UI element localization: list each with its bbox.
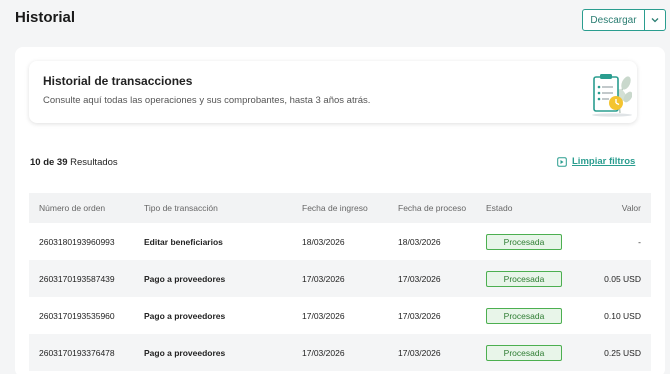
transaction-type: Editar beneficiarios xyxy=(144,236,223,247)
column-header-type: Tipo de transacción xyxy=(144,203,218,213)
clipboard-clock-illustration xyxy=(592,74,632,117)
column-header-value: Valor xyxy=(621,203,641,213)
status-badge: Procesada xyxy=(486,233,562,250)
history-card: Historial de transacciones Consulte aquí… xyxy=(15,47,665,374)
entry-date: 18/03/2026 xyxy=(302,236,345,247)
status-cell: Procesada xyxy=(476,223,571,260)
transactions-table: Número de orden Tipo de transacción Fech… xyxy=(29,193,651,371)
download-button-group[interactable]: Descargar xyxy=(582,9,666,31)
process-date: 17/03/2026 xyxy=(398,273,441,284)
entry-date: 17/03/2026 xyxy=(302,347,345,358)
transaction-type: Pago a proveedores xyxy=(144,273,226,284)
transaction-type: Pago a proveedores xyxy=(144,310,226,321)
order-number: 2603170193535960 xyxy=(39,310,115,321)
results-shown: 10 de 39 xyxy=(30,157,68,168)
transaction-value: 0.05 USD xyxy=(604,273,641,284)
table-header-row: Número de orden Tipo de transacción Fech… xyxy=(29,193,651,223)
info-banner: Historial de transacciones Consulte aquí… xyxy=(29,61,637,123)
clear-filter-icon xyxy=(557,156,567,167)
banner-title: Historial de transacciones xyxy=(43,74,193,88)
process-date: 17/03/2026 xyxy=(398,347,441,358)
column-header-entry-date: Fecha de ingreso xyxy=(302,203,368,213)
transaction-type: Pago a proveedores xyxy=(144,347,226,358)
chevron-down-icon xyxy=(651,18,659,23)
table-row[interactable]: 2603170193376478 Pago a proveedores 17/0… xyxy=(29,334,651,371)
banner-subtitle: Consulte aquí todas las operaciones y su… xyxy=(43,95,371,106)
download-button[interactable]: Descargar xyxy=(583,10,645,30)
process-date: 17/03/2026 xyxy=(398,310,441,321)
column-header-order: Número de orden xyxy=(39,203,106,213)
column-header-process-date: Fecha de proceso xyxy=(398,203,467,213)
status-cell: Procesada xyxy=(476,260,571,297)
status-badge: Procesada xyxy=(486,307,562,324)
table-row[interactable]: 2603170193535960 Pago a proveedores 17/0… xyxy=(29,297,651,334)
clear-filters-link[interactable]: Limpiar filtros xyxy=(557,156,635,167)
clear-filters-label: Limpiar filtros xyxy=(572,156,636,167)
order-number: 2603170193376478 xyxy=(39,347,115,358)
page-title: Historial xyxy=(15,9,76,26)
transaction-value: - xyxy=(638,236,641,247)
process-date: 18/03/2026 xyxy=(398,236,441,247)
status-badge: Procesada xyxy=(486,270,562,287)
table-row[interactable]: 2603180193960993 Editar beneficiarios 18… xyxy=(29,223,651,260)
column-header-status: Estado xyxy=(486,203,513,213)
status-badge: Procesada xyxy=(486,344,562,361)
transaction-value: 0.10 USD xyxy=(604,310,641,321)
results-count: 10 de 39 Resultados xyxy=(30,157,118,168)
order-number: 2603180193960993 xyxy=(39,236,115,247)
results-label: Resultados xyxy=(70,157,118,168)
transaction-value: 0.25 USD xyxy=(604,347,641,358)
entry-date: 17/03/2026 xyxy=(302,273,345,284)
status-cell: Procesada xyxy=(476,334,571,371)
table-row[interactable]: 2603170193587439 Pago a proveedores 17/0… xyxy=(29,260,651,297)
entry-date: 17/03/2026 xyxy=(302,310,345,321)
download-options-button[interactable] xyxy=(645,10,665,30)
order-number: 2603170193587439 xyxy=(39,273,115,284)
status-cell: Procesada xyxy=(476,297,571,334)
